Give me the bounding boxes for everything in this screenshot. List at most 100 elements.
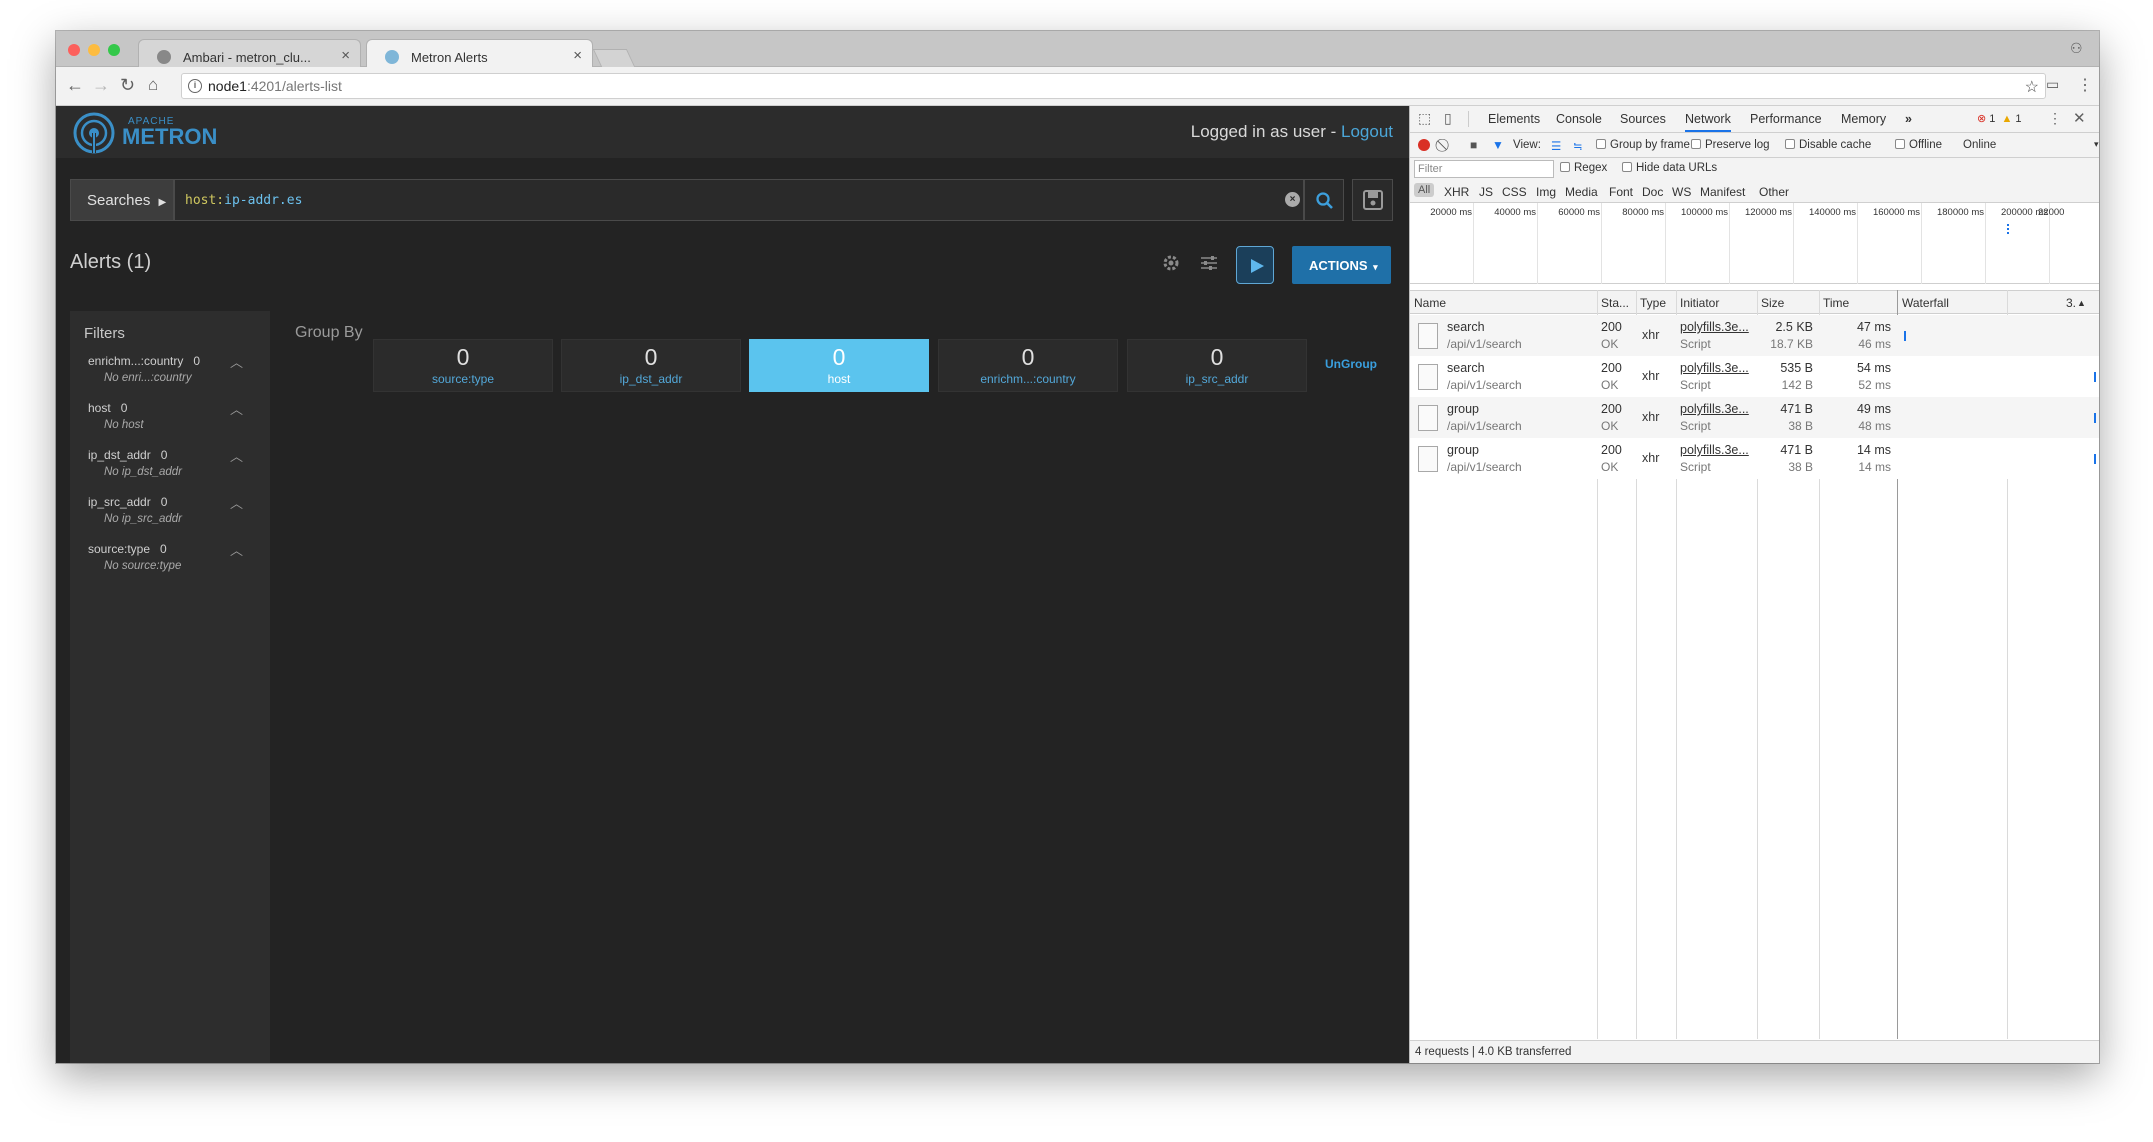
devtools-close-icon[interactable]: ✕ [2073,109,2086,127]
network-request-row[interactable]: search /api/v1/search 200 OK xhr polyfil… [1410,356,2099,397]
address-bar[interactable]: i node1:4201/alerts-list ☆ [181,73,2046,99]
chevron-up-icon[interactable]: ︿ [230,540,243,559]
disable-cache-checkbox[interactable]: Disable cache [1785,139,1871,151]
close-window-button[interactable] [68,44,80,56]
ungroup-button[interactable]: UnGroup [1325,357,1377,371]
type-filter-doc[interactable]: Doc [1642,185,1663,199]
col-waterfall[interactable]: Waterfall [1902,296,1949,310]
browser-tab-metron-alerts[interactable]: Metron Alerts × [366,39,593,68]
type-filter-all[interactable]: All [1414,183,1435,197]
large-rows-icon[interactable]: ☰ [1551,139,1561,153]
type-filter-img[interactable]: Img [1536,185,1556,199]
capture-screenshots-icon[interactable]: ■ [1470,138,1477,152]
waterfall-sort-label[interactable]: 3. [2066,296,2076,310]
filter-group-ip-src-addr[interactable]: ip_src_addr 0 ︿ [88,493,258,512]
bookmark-star-icon[interactable]: ☆ [2025,77,2039,97]
configure-columns-icon[interactable] [1200,255,1218,271]
home-icon[interactable]: ⌂ [148,75,158,95]
group-by-card-ip-src-addr[interactable]: 0 ip_src_addr [1127,339,1307,392]
type-filter-css[interactable]: CSS [1502,185,1527,199]
play-button[interactable] [1236,246,1274,284]
group-by-card-source-type[interactable]: 0 source:type [373,339,553,392]
request-initiator-link[interactable]: polyfills.3e... [1680,402,1749,416]
group-by-card-host[interactable]: 0 host [749,339,929,392]
col-size[interactable]: Size [1761,296,1784,310]
console-counts[interactable]: ⊗ 1 ▲ 1 [1977,112,2022,125]
search-query-input[interactable]: host:ip-addr.es [174,179,1304,221]
col-initiator[interactable]: Initiator [1680,296,1719,310]
device-toolbar-icon[interactable]: ▯ [1444,110,1452,127]
logout-link[interactable]: Logout [1341,122,1393,141]
group-by-frame-checkbox[interactable]: Group by frame [1596,139,1690,151]
type-filter-xhr[interactable]: XHR [1444,185,1469,199]
more-tabs-icon[interactable]: » [1905,112,1912,126]
clear-search-icon[interactable]: × [1285,192,1300,207]
maximize-window-button[interactable] [108,44,120,56]
browser-tab-ambari[interactable]: Ambari - metron_clu... × [138,39,361,67]
type-filter-font[interactable]: Font [1609,185,1633,199]
type-filter-ws[interactable]: WS [1672,185,1691,199]
forward-icon[interactable]: → [92,75,110,96]
file-icon [1418,405,1438,431]
filter-group-enrichment-country[interactable]: enrichm...:country 0 ︿ [88,352,258,371]
search-button[interactable] [1304,179,1344,221]
devtools-tab-sources[interactable]: Sources [1620,112,1666,126]
record-icon[interactable] [1418,139,1430,151]
tab-close-icon[interactable]: × [341,47,350,64]
col-status[interactable]: Sta... [1601,296,1629,310]
regex-checkbox[interactable]: Regex [1560,162,1607,174]
filter-count: 0 [160,448,168,462]
devtools-tab-elements[interactable]: Elements [1488,112,1540,126]
chevron-up-icon[interactable]: ︿ [230,352,243,371]
devtools-menu-icon[interactable]: ⋮ [2048,110,2062,127]
devtools-tab-console[interactable]: Console [1556,112,1602,126]
network-request-row[interactable]: group /api/v1/search 200 OK xhr polyfill… [1410,438,2099,479]
devtools-tab-performance[interactable]: Performance [1750,112,1822,126]
chevron-up-icon[interactable]: ︿ [230,399,243,418]
network-request-row[interactable]: search /api/v1/search 200 OK xhr polyfil… [1410,315,2099,356]
browser-menu-icon[interactable]: ⋮ [2077,75,2093,95]
request-initiator-link[interactable]: polyfills.3e... [1680,320,1749,334]
new-tab-button[interactable] [592,49,636,67]
save-search-button[interactable] [1352,179,1393,221]
settings-gear-icon[interactable] [1162,254,1180,272]
site-info-icon[interactable]: i [188,79,202,93]
chevron-up-icon[interactable]: ︿ [230,446,243,465]
actions-dropdown-button[interactable]: ACTIONS ▾ [1292,246,1391,284]
type-filter-js[interactable]: JS [1479,185,1493,199]
back-icon[interactable]: ← [66,75,84,96]
group-by-card-enrichment-country[interactable]: 0 enrichm...:country [938,339,1118,392]
group-by-card-ip-dst-addr[interactable]: 0 ip_dst_addr [561,339,741,392]
type-filter-manifest[interactable]: Manifest [1700,185,1745,199]
col-time[interactable]: Time [1823,296,1849,310]
reload-icon[interactable]: ↻ [120,75,135,96]
col-type[interactable]: Type [1640,296,1666,310]
tab-close-icon[interactable]: × [573,47,582,64]
preserve-log-checkbox[interactable]: Preserve log [1691,139,1770,151]
searches-dropdown[interactable]: Searches ▶ [70,179,174,221]
offline-checkbox[interactable]: Offline [1895,139,1942,151]
devtools-tab-network[interactable]: Network [1685,112,1731,132]
filter-input[interactable]: Filter [1414,160,1554,178]
cast-icon[interactable]: ▭ [2046,76,2059,93]
request-path: /api/v1/search [1447,419,1522,433]
filter-group-host[interactable]: host 0 ︿ [88,399,258,418]
filter-group-ip-dst-addr[interactable]: ip_dst_addr 0 ︿ [88,446,258,465]
filter-group-source-type[interactable]: source:type 0 ︿ [88,540,258,559]
overview-icon[interactable]: ≒ [1573,139,1583,153]
request-initiator-link[interactable]: polyfills.3e... [1680,361,1749,375]
devtools-tab-memory[interactable]: Memory [1841,112,1886,126]
col-name[interactable]: Name [1414,296,1446,310]
profile-icon[interactable]: ⚇ [2070,40,2083,57]
type-filter-media[interactable]: Media [1565,185,1598,199]
inspect-element-icon[interactable]: ⬚ [1418,110,1431,127]
hide-data-urls-checkbox[interactable]: Hide data URLs [1622,162,1717,174]
chevron-up-icon[interactable]: ︿ [230,493,243,512]
network-request-row[interactable]: group /api/v1/search 200 OK xhr polyfill… [1410,397,2099,438]
filter-funnel-icon[interactable]: ▼ [1492,138,1504,152]
minimize-window-button[interactable] [88,44,100,56]
network-overview-timeline[interactable]: 20000 ms 40000 ms 60000 ms 80000 ms 1000… [1410,203,2099,284]
throttle-select[interactable]: Online [1963,139,1996,151]
type-filter-other[interactable]: Other [1759,185,1789,199]
request-initiator-link[interactable]: polyfills.3e... [1680,443,1749,457]
